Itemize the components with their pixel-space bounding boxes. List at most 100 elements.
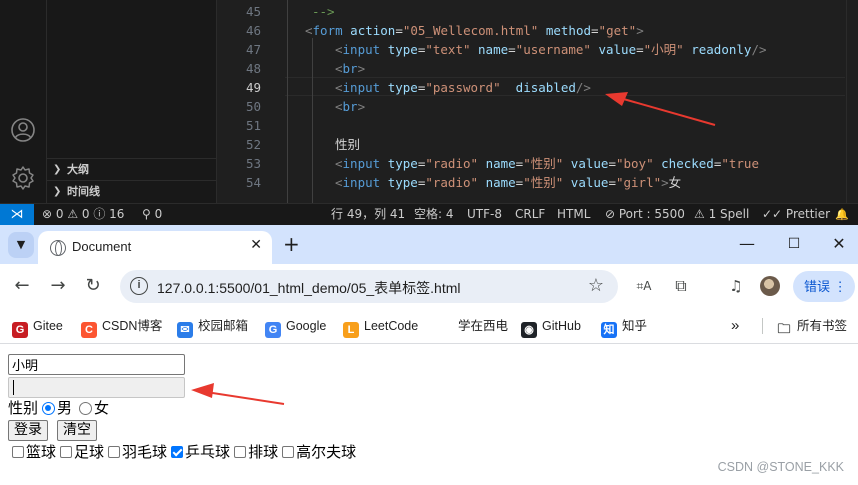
language-status[interactable]: HTML <box>557 204 590 225</box>
hobby-checkbox-row: 篮球 足球 羽毛球 乒乓球 排球 高尔夫球 <box>12 444 360 462</box>
encoding-status[interactable]: UTF-8 <box>467 204 502 225</box>
code-token: input <box>342 80 381 95</box>
bookmark-item[interactable]: L LeetCode <box>343 317 418 338</box>
all-bookmarks-button[interactable]: 🗀 所有书签 <box>776 317 847 336</box>
code-token: = <box>608 175 616 190</box>
forward-icon[interactable]: → <box>47 275 69 297</box>
reset-button[interactable]: 清空 <box>57 420 97 441</box>
code-token: /> <box>751 42 767 57</box>
bookmark-item[interactable]: 学在西电 <box>458 317 508 335</box>
login-button[interactable]: 登录 <box>8 420 48 441</box>
code-token: type <box>387 156 418 171</box>
hobby-checkbox[interactable] <box>171 446 184 458</box>
bookmark-favicon-icon: G <box>12 322 28 338</box>
profile-error-button[interactable]: 错误 ⋮ <box>793 271 855 302</box>
code-token: "radio" <box>425 156 479 171</box>
code-token: "username" <box>515 42 591 57</box>
hobby-label: 乒乓球 <box>185 445 231 461</box>
hobby-checkbox[interactable] <box>234 446 247 458</box>
translate-icon[interactable]: ⌗A <box>634 276 654 296</box>
notifications-bell-icon[interactable]: 🔔 <box>835 204 849 225</box>
chevron-down-icon: ▼ <box>16 238 26 251</box>
avatar[interactable] <box>760 276 780 296</box>
code-token: checked <box>661 156 714 171</box>
tab-search-button[interactable]: ▼ <box>8 232 34 258</box>
code-token: "性别" <box>523 175 564 190</box>
activity-bar <box>0 0 47 203</box>
new-tab-icon[interactable]: + <box>283 233 300 255</box>
hobby-checkbox[interactable] <box>60 446 73 458</box>
reload-icon[interactable]: ↻ <box>82 275 104 297</box>
code-token: > <box>661 175 669 190</box>
code-line: <input type="password" disabled/> <box>335 78 591 97</box>
problems-status[interactable]: ⊗ 0 ⚠ 0 ⓘ 16 <box>42 204 124 225</box>
hobby-label: 篮球 <box>26 445 57 461</box>
star-icon[interactable]: ☆ <box>588 275 604 296</box>
editor-scrollbar[interactable] <box>846 0 858 203</box>
code-token: < <box>305 23 313 38</box>
indent-guide <box>312 38 313 203</box>
username-field[interactable] <box>8 354 185 375</box>
bookmark-item[interactable]: G Google <box>265 317 326 338</box>
code-line: <br> <box>335 97 365 116</box>
bookmark-favicon-icon: ✉ <box>177 322 193 338</box>
code-token: > <box>357 99 366 114</box>
cursor-position-status[interactable]: 行 49，列 41 <box>331 204 405 225</box>
browser-tab-active[interactable]: Document ✕ <box>38 231 272 264</box>
bookmark-label: CSDN博客 <box>102 319 163 333</box>
code-editor[interactable]: 45 46 47 48 49 50 51 52 53 54 --> <form action="05… <box>217 0 858 203</box>
code-token: --> <box>312 4 335 19</box>
spell-check-status[interactable]: ⚠ 1 Spell <box>694 204 749 225</box>
hobby-checkbox[interactable] <box>282 446 295 458</box>
bookmark-favicon-icon: ◉ <box>521 322 537 338</box>
bookmarks-overflow-icon[interactable]: » <box>731 317 739 335</box>
bookmark-item[interactable]: ✉ 校园邮箱 <box>177 317 248 338</box>
code-token: = <box>608 156 616 171</box>
ports-status[interactable]: ⚲ 0 <box>142 204 162 225</box>
sidebar-section-timeline[interactable]: ❯ 时间线 <box>47 180 217 202</box>
hobby-checkbox[interactable] <box>108 446 121 458</box>
indentation-status[interactable]: 空格: 4 <box>414 204 454 225</box>
account-icon[interactable] <box>10 117 36 143</box>
globe-favicon-icon <box>50 240 66 256</box>
bookmark-item[interactable]: G Gitee <box>12 317 63 338</box>
window-close-icon[interactable]: ✕ <box>829 234 849 254</box>
code-token: value <box>570 156 609 171</box>
bookmark-item[interactable]: 知知乎 <box>601 317 648 338</box>
rendered-page: 性别 男 女 登录 清空 篮球 足球 羽毛球 乒乓球 排球 高尔夫球 CSDN @STONE_… <box>0 345 858 485</box>
site-info-icon[interactable]: i <box>130 277 148 295</box>
settings-gear-icon[interactable] <box>10 165 36 191</box>
folder-icon: 🗀 <box>777 321 791 336</box>
radio-boy-label: 男 <box>57 401 73 417</box>
address-bar[interactable]: i 127.0.0.1:5500/01_html_demo/05_表单标签.ht… <box>120 270 618 303</box>
sidebar-section-outline[interactable]: ❯ 大纲 <box>47 158 217 180</box>
code-token: "boy" <box>615 156 654 171</box>
code-line: <input type="text" name="username" value… <box>335 40 767 59</box>
eol-status[interactable]: CRLF <box>515 204 545 225</box>
remote-icon: ⋊ <box>10 207 24 222</box>
hobby-checkbox[interactable] <box>12 446 24 458</box>
annotation-arrow-page <box>191 383 285 405</box>
code-token: = <box>636 42 644 57</box>
tab-close-icon[interactable]: ✕ <box>250 237 262 253</box>
bookmark-label: 知乎 <box>622 319 648 333</box>
radio-boy[interactable] <box>42 402 56 415</box>
remote-button[interactable]: ⋊ <box>0 204 34 225</box>
prettier-status[interactable]: ✓✓ Prettier <box>762 204 830 225</box>
maximize-icon[interactable]: ☐ <box>784 234 804 254</box>
minimize-icon[interactable]: — <box>737 234 757 254</box>
annotation-arrow-editor <box>605 92 716 126</box>
bookmark-item[interactable]: ◉ GitHub <box>521 317 581 338</box>
bookmark-favicon-icon: G <box>265 322 281 338</box>
radio-girl[interactable] <box>79 402 93 415</box>
media-icon[interactable]: ♫ <box>726 276 746 296</box>
extensions-icon[interactable]: ⧉ <box>671 276 691 296</box>
bookmark-item[interactable]: C CSDN博客 <box>81 317 163 338</box>
url-text[interactable]: 127.0.0.1:5500/01_html_demo/05_表单标签.html <box>157 278 461 298</box>
live-server-port-status[interactable]: ⊘ Port : 5500 <box>605 204 685 225</box>
radio-girl-label: 女 <box>94 401 110 417</box>
code-token: type <box>387 80 418 95</box>
back-icon[interactable]: ← <box>11 275 33 297</box>
